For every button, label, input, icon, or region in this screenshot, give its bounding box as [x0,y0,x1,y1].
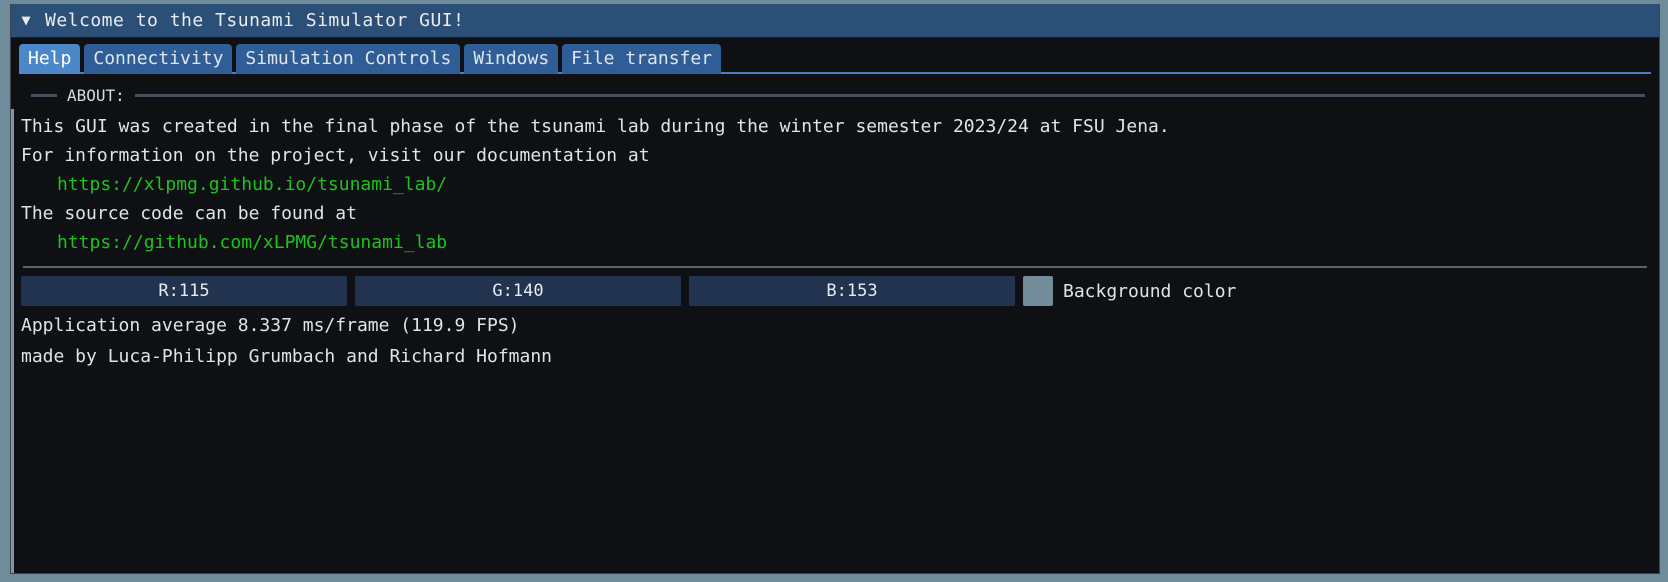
about-line-2: For information on the project, visit ou… [21,145,650,166]
green-slider[interactable]: G:140 [355,276,681,306]
separator-long-icon [134,93,1645,97]
background-color-swatch[interactable] [1023,276,1053,306]
credits-text: made by Luca-Philipp Grumbach and Richar… [21,346,553,367]
tab-connectivity[interactable]: Connectivity [84,44,233,74]
tab-simulation-controls[interactable]: Simulation Controls [236,44,461,74]
red-slider[interactable]: R:115 [21,276,347,306]
background-color-controls: R:115 G:140 B:153 Background color [21,276,1649,306]
tab-bar: Help Connectivity Simulation Controls Wi… [11,38,1659,74]
performance-status: Application average 8.337 ms/frame (119.… [21,315,520,336]
help-tab-content: ABOUT: This GUI was created in the final… [11,74,1659,573]
about-line-3: The source code can be found at [21,203,357,224]
tab-help[interactable]: Help [19,44,81,74]
content-left-edge [11,109,14,573]
separator-short-icon [31,93,57,97]
about-section-title: ABOUT: [67,85,125,105]
window-title: Welcome to the Tsunami Simulator GUI! [45,10,465,31]
blue-slider[interactable]: B:153 [689,276,1015,306]
source-code-link[interactable]: https://github.com/xLPMG/tsunami_lab [21,228,1649,257]
background-color-label: Background color [1063,280,1237,302]
about-line-1: This GUI was created in the final phase … [21,116,1170,137]
tab-file-transfer[interactable]: File transfer [562,44,722,74]
documentation-link[interactable]: https://xlpmg.github.io/tsunami_lab/ [21,170,1649,199]
collapse-arrow-icon[interactable]: ▼ [19,13,33,28]
tsunami-simulator-window: ▼ Welcome to the Tsunami Simulator GUI! … [10,4,1660,574]
tab-windows[interactable]: Windows [464,44,559,74]
about-section-header: ABOUT: [21,84,1649,106]
window-title-bar[interactable]: ▼ Welcome to the Tsunami Simulator GUI! [11,4,1659,38]
horizontal-divider [23,266,1647,268]
